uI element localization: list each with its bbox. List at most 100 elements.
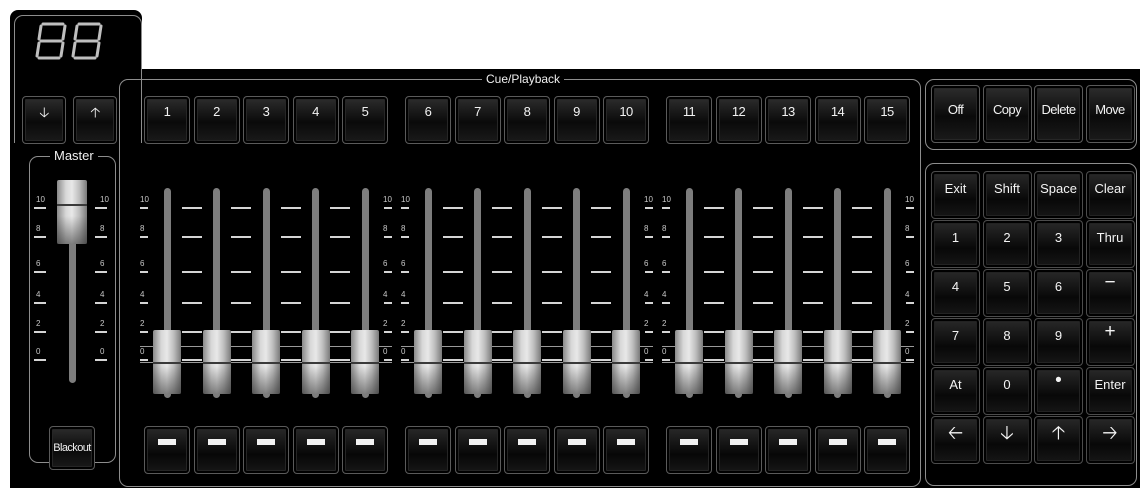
playback-select-button-12[interactable]: 12 [715, 96, 762, 144]
keypad-key-1[interactable]: 1 [931, 220, 980, 268]
fader-scale-dash [645, 359, 653, 361]
keypad-key-label: Clear [1094, 181, 1126, 196]
arrow-up-button[interactable]: 🡡 [73, 96, 117, 144]
fader-knob[interactable] [774, 330, 802, 394]
playback-flash-button-12[interactable] [715, 426, 762, 474]
arrow-right-key[interactable]: 🡢 [1085, 416, 1135, 464]
fader-knob[interactable] [675, 330, 703, 394]
master-fader-knob[interactable] [57, 180, 87, 244]
keypad-key-2[interactable]: 2 [982, 220, 1032, 268]
fader-scale-dash [906, 236, 914, 238]
keypad-key-0[interactable]: 0 [982, 367, 1032, 415]
fader-scale-dash [802, 302, 823, 304]
arrow-down-key[interactable]: 🡣 [982, 416, 1032, 464]
fader-knob[interactable] [252, 330, 280, 394]
playback-flash-button-8[interactable] [504, 426, 550, 474]
fader-knob[interactable] [153, 330, 181, 394]
fader-knob[interactable] [513, 330, 541, 394]
keypad-key-space[interactable]: Space [1034, 171, 1083, 219]
playback-flash-button-11[interactable] [666, 426, 712, 474]
fader-knob[interactable] [414, 330, 442, 394]
fader-knob[interactable] [301, 330, 330, 394]
keypad-key-8[interactable]: 8 [982, 318, 1032, 366]
playback-flash-button-1[interactable] [144, 426, 190, 474]
playback-select-button-3[interactable]: 3 [243, 96, 289, 144]
playback-select-button-2[interactable]: 2 [193, 96, 240, 144]
keypad-key-clear[interactable]: Clear [1085, 171, 1135, 219]
keypad-key-3[interactable]: 3 [1034, 220, 1083, 268]
keypad-key-plus[interactable]: + [1085, 318, 1135, 366]
arrow-up-key[interactable]: 🡡 [1034, 416, 1083, 464]
playback-flash-button-6[interactable] [405, 426, 451, 474]
playback-flash-button-3[interactable] [243, 426, 289, 474]
playback-select-button-7[interactable]: 7 [454, 96, 501, 144]
playback-flash-button-9[interactable] [553, 426, 600, 474]
edit-button-move[interactable]: Move [1085, 85, 1135, 143]
playback-select-button-14[interactable]: 14 [814, 96, 861, 144]
keypad-key-thru[interactable]: Thru [1085, 220, 1135, 268]
keypad-key-6[interactable]: 6 [1034, 269, 1083, 317]
playback-flash-button-4[interactable] [292, 426, 339, 474]
playback-flash-button-15[interactable] [864, 426, 910, 474]
flash-indicator [158, 439, 176, 445]
playback-flash-button-14[interactable] [814, 426, 861, 474]
keypad-key-9[interactable]: 9 [1034, 318, 1083, 366]
fader-scale-dash [541, 207, 562, 209]
playback-select-button-8[interactable]: 8 [504, 96, 550, 144]
playback-select-button-11[interactable]: 11 [666, 96, 712, 144]
fader-scale-label: 4 [644, 290, 649, 299]
keypad-key-5[interactable]: 5 [982, 269, 1032, 317]
blackout-button[interactable]: Blackout [49, 426, 95, 470]
master-scale-label: 6 [36, 259, 41, 268]
keypad-key-label: + [1104, 321, 1116, 342]
fader-scale-dash [802, 207, 823, 209]
blackout-label: Blackout [53, 442, 91, 454]
playback-flash-button-7[interactable] [454, 426, 501, 474]
fader-scale-dash [231, 236, 252, 238]
fader-knob[interactable] [823, 330, 852, 394]
keypad-key-enter[interactable]: Enter [1085, 367, 1135, 415]
fader-knob[interactable] [562, 330, 591, 394]
playback-select-button-5[interactable]: 5 [342, 96, 388, 144]
fader-knob[interactable] [463, 330, 492, 394]
fader-scale-dash [384, 331, 392, 333]
keypad-key-4[interactable]: 4 [931, 269, 980, 317]
fader-scale-label: 0 [644, 347, 649, 356]
playback-select-button-10[interactable]: 10 [603, 96, 649, 144]
keypad-key-exit[interactable]: Exit [931, 171, 980, 219]
fader-knob[interactable] [351, 330, 379, 394]
playback-select-button-9[interactable]: 9 [553, 96, 600, 144]
playback-flash-button-10[interactable] [603, 426, 649, 474]
playback-select-button-13[interactable]: 13 [765, 96, 811, 144]
fader-knob[interactable] [724, 330, 753, 394]
playback-select-button-4[interactable]: 4 [292, 96, 339, 144]
playback-flash-button-5[interactable] [342, 426, 388, 474]
fader-knob[interactable] [873, 330, 901, 394]
fader-scale-label: 6 [401, 259, 406, 268]
fader-scale-label: 2 [644, 319, 649, 328]
playback-select-button-15[interactable]: 15 [864, 96, 910, 144]
playback-flash-button-13[interactable] [765, 426, 811, 474]
fader-scale-dash [442, 207, 463, 209]
edit-button-copy[interactable]: Copy [982, 85, 1032, 143]
playback-select-button-1[interactable]: 1 [144, 96, 190, 144]
keypad-key-minus[interactable]: − [1085, 269, 1135, 317]
playback-flash-button-2[interactable] [193, 426, 240, 474]
keypad-key-dot[interactable]: • [1034, 367, 1083, 415]
fader-scale-dash [442, 331, 463, 333]
fader-scale-dash [703, 359, 724, 361]
fader-knob-shade [351, 366, 379, 394]
playback-select-button-6[interactable]: 6 [405, 96, 451, 144]
fader-scale-dash [231, 302, 252, 304]
fader-knob[interactable] [202, 330, 231, 394]
arrow-down-button[interactable]: 🡣 [22, 96, 66, 144]
keypad-key-shift[interactable]: Shift [982, 171, 1032, 219]
fader-scale-dash [703, 236, 724, 238]
edit-button-delete[interactable]: Delete [1034, 85, 1083, 143]
fader-knob[interactable] [612, 330, 640, 394]
keypad-key-at[interactable]: At [931, 367, 980, 415]
keypad-key-label: At [949, 377, 962, 392]
edit-button-off[interactable]: Off [931, 85, 980, 143]
keypad-key-7[interactable]: 7 [931, 318, 980, 366]
arrow-left-key[interactable]: 🡠 [931, 416, 980, 464]
